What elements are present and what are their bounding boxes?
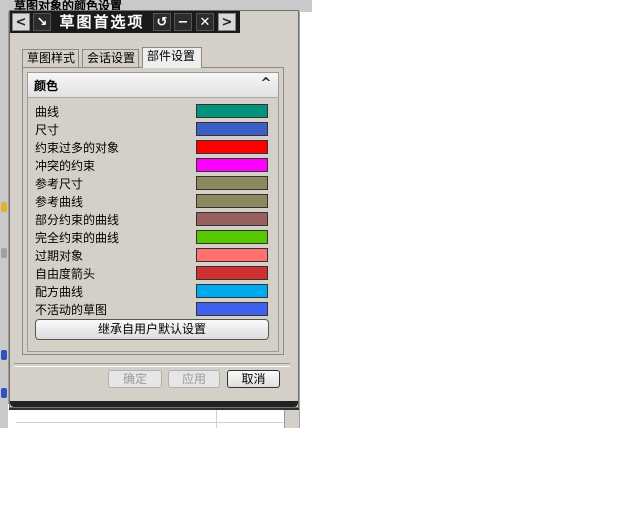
- color-swatch[interactable]: [196, 122, 268, 136]
- color-label: 参考曲线: [35, 195, 84, 209]
- minimize-icon[interactable]: −: [174, 13, 192, 31]
- collapse-up-icon[interactable]: ^: [257, 75, 275, 93]
- color-label: 不活动的草图: [35, 303, 108, 317]
- color-swatch[interactable]: [196, 230, 268, 244]
- color-swatch[interactable]: [196, 158, 268, 172]
- inherit-user-defaults-button[interactable]: 继承自用户默认设置: [35, 319, 269, 340]
- color-row: 部分约束的曲线: [32, 211, 274, 229]
- color-row: 参考尺寸: [32, 175, 274, 193]
- color-swatch[interactable]: [196, 248, 268, 262]
- color-row: 完全约束的曲线: [32, 229, 274, 247]
- color-group: 颜色 ^ 曲线 尺寸 约束过多的对象 冲突的约束 参考尺寸 参考曲线 部分约束的…: [27, 72, 279, 352]
- back-arrow-icon[interactable]: <: [12, 13, 30, 31]
- color-row: 自由度箭头: [32, 265, 274, 283]
- color-row: 曲线: [32, 103, 274, 121]
- toolbar-icon[interactable]: [1, 202, 7, 212]
- color-row: 不活动的草图: [32, 301, 274, 319]
- color-swatch[interactable]: [196, 194, 268, 208]
- ok-button[interactable]: 确定: [108, 370, 162, 388]
- pin-icon[interactable]: ↘: [33, 13, 51, 31]
- color-label: 尺寸: [35, 123, 60, 137]
- color-group-title: 颜色: [34, 79, 59, 93]
- color-label: 冲突的约束: [35, 159, 96, 173]
- toolbar-icon[interactable]: [1, 350, 7, 360]
- background-left-toolbar: [0, 12, 9, 428]
- dialog-bottom-edge: [10, 401, 298, 407]
- color-label: 曲线: [35, 105, 60, 119]
- tab-panel-part-settings: 颜色 ^ 曲线 尺寸 约束过多的对象 冲突的约束 参考尺寸 参考曲线 部分约束的…: [22, 67, 284, 355]
- toolbar-icon[interactable]: [1, 248, 7, 258]
- color-row: 冲突的约束: [32, 157, 274, 175]
- color-swatch[interactable]: [196, 266, 268, 280]
- color-row: 尺寸: [32, 121, 274, 139]
- color-row: 参考曲线: [32, 193, 274, 211]
- color-swatch[interactable]: [196, 104, 268, 118]
- tab-session-settings[interactable]: 会话设置: [82, 49, 139, 67]
- forward-arrow-icon[interactable]: >: [218, 13, 236, 31]
- color-list: 曲线 尺寸 约束过多的对象 冲突的约束 参考尺寸 参考曲线 部分约束的曲线 完全…: [32, 103, 274, 319]
- color-swatch[interactable]: [196, 284, 268, 298]
- color-label: 完全约束的曲线: [35, 231, 120, 245]
- tab-sketch-style[interactable]: 草图样式: [22, 49, 79, 67]
- cancel-button[interactable]: 取消: [227, 370, 280, 388]
- apply-button[interactable]: 应用: [168, 370, 220, 388]
- color-swatch[interactable]: [196, 212, 268, 226]
- reset-icon[interactable]: ↺: [153, 13, 171, 31]
- color-row: 配方曲线: [32, 283, 274, 301]
- color-label: 自由度箭头: [35, 267, 96, 281]
- color-swatch[interactable]: [196, 176, 268, 190]
- color-label: 配方曲线: [35, 285, 84, 299]
- color-label: 参考尺寸: [35, 177, 84, 191]
- background-scroll-strip: [299, 12, 314, 428]
- color-label: 约束过多的对象: [35, 141, 120, 155]
- color-swatch[interactable]: [196, 140, 268, 154]
- color-row: 过期对象: [32, 247, 274, 265]
- dialog-title: 草图首选项: [59, 13, 145, 31]
- close-icon[interactable]: ✕: [196, 13, 214, 31]
- tab-part-settings[interactable]: 部件设置: [142, 47, 202, 68]
- button-divider: [14, 363, 290, 367]
- toolbar-icon[interactable]: [1, 388, 7, 398]
- dialog-title-bar[interactable]: < ↘ 草图首选项 ↺ − ✕ >: [10, 11, 240, 33]
- color-swatch[interactable]: [196, 302, 268, 316]
- color-row: 约束过多的对象: [32, 139, 274, 157]
- color-group-header[interactable]: 颜色 ^: [28, 73, 278, 98]
- color-label: 过期对象: [35, 249, 84, 263]
- sketch-preferences-dialog: < ↘ 草图首选项 ↺ − ✕ > 草图样式 会话设置 部件设置 颜色 ^ 曲线…: [9, 10, 299, 408]
- color-label: 部分约束的曲线: [35, 213, 120, 227]
